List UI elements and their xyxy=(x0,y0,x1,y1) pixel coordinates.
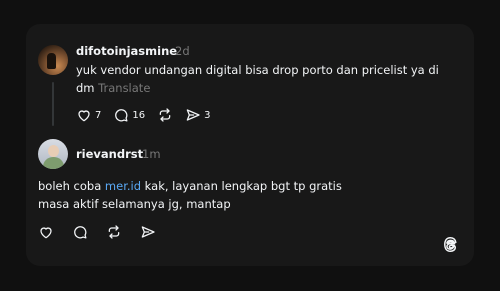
post-link[interactable]: mer.id xyxy=(105,179,141,193)
username[interactable]: rievandrst xyxy=(76,147,143,161)
repost-icon xyxy=(159,108,171,122)
post-text-line-2: masa aktif selamanya jg, mantap xyxy=(38,197,231,211)
avatar-figure-head xyxy=(48,145,59,157)
comment-button[interactable] xyxy=(72,224,88,240)
username[interactable]: difotoinjasmine xyxy=(76,44,177,58)
comment-icon xyxy=(74,226,87,239)
timestamp: 2d xyxy=(175,44,190,58)
avatar[interactable] xyxy=(38,139,68,169)
comment-button[interactable]: 16 xyxy=(113,107,145,123)
post-text-line: yuk vendor undangan digital bisa drop po… xyxy=(76,63,439,77)
avatar-figure xyxy=(47,53,56,69)
translate-link[interactable]: Translate xyxy=(98,81,150,95)
comment-icon xyxy=(115,109,128,122)
like-count: 7 xyxy=(95,109,102,121)
post-text-word: dm xyxy=(76,81,95,95)
post-text-segment: boleh coba xyxy=(38,179,105,193)
post-text-segment: kak, layanan lengkap bgt tp gratis xyxy=(141,179,342,193)
thread-card: difotoinjasmine 2d yuk vendor undangan d… xyxy=(26,24,474,266)
avatar[interactable] xyxy=(38,45,68,75)
repost-button[interactable] xyxy=(106,224,122,240)
action-bar xyxy=(38,224,168,240)
post-text-line-2: dm Translate xyxy=(76,79,150,98)
timestamp: 1m xyxy=(142,147,161,161)
threads-logo-icon[interactable] xyxy=(441,235,460,254)
like-button[interactable] xyxy=(38,224,54,240)
repost-button[interactable] xyxy=(157,107,173,123)
share-button[interactable] xyxy=(140,224,156,240)
heart-icon xyxy=(78,110,90,122)
avatar-figure-body xyxy=(43,157,64,169)
share-icon xyxy=(186,109,200,121)
share-count: 3 xyxy=(204,109,211,121)
repost-icon xyxy=(108,225,120,239)
like-button[interactable]: 7 xyxy=(76,107,101,123)
comment-count: 16 xyxy=(132,109,146,121)
share-icon xyxy=(141,226,155,238)
thread-line xyxy=(52,82,54,126)
share-button[interactable]: 3 xyxy=(185,107,210,123)
post-text-line: boleh coba mer.id kak, layanan lengkap b… xyxy=(38,177,342,196)
heart-icon xyxy=(40,227,52,239)
action-bar: 7 16 3 xyxy=(76,107,222,123)
